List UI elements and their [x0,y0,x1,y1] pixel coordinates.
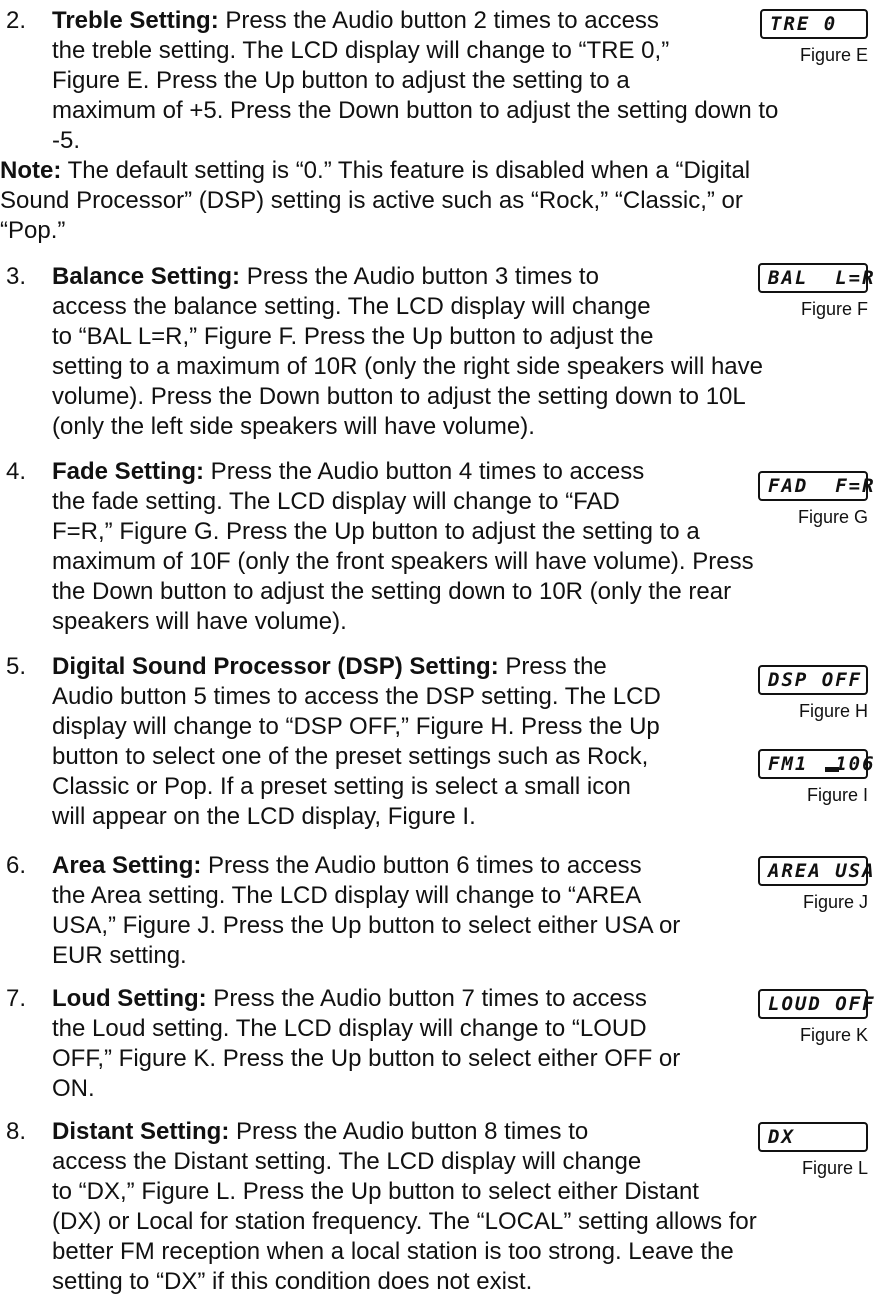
item-text: -5. [52,127,81,154]
item-fade-setting: 4. Fade Setting: Press the Audio button … [0,457,754,637]
figure-g: FAD F=R Figure G [758,470,874,527]
item-text: to “BAL L=R,” Figure F. Press the Up but… [52,323,654,350]
lcd-display: LOUD OFF [758,989,874,1019]
figure-caption: Figure F [800,299,868,319]
item-text: Figure E. Press the Up button to adjust … [52,67,630,94]
item-text: access the balance setting. The LCD disp… [52,293,651,320]
item-text: Press the Audio button 7 times to access [206,985,647,1012]
item-number: 4. [6,458,27,485]
figure-e: TRE 0 Figure E [760,8,868,65]
note-paragraph: Note: The default setting is “0.” This f… [0,156,860,246]
item-text: to “DX,” Figure L. Press the Up button t… [52,1178,699,1205]
lcd-display: DX [758,1122,868,1152]
item-text: (only the left side speakers will have v… [52,413,535,440]
note-label: Note: [0,157,62,184]
lcd-display: FAD F=R [758,471,874,501]
item-balance-setting: 3. Balance Setting: Press the Audio butt… [0,262,763,442]
figure-caption: Figure H [798,701,868,721]
item-number: 3. [6,263,27,290]
preset-icon [825,767,839,772]
lcd-display: TRE 0 [760,9,868,39]
item-text: the Area setting. The LCD display will c… [52,882,642,909]
item-text: maximum of 10F (only the front speakers … [52,548,754,575]
item-text: EUR setting. [52,942,187,969]
item-text: better FM reception when a local station… [52,1238,734,1265]
item-text: Press the Audio button 3 times to [240,263,599,290]
figure-caption: Figure I [806,785,868,805]
item-text: display will change to “DSP OFF,” Figure… [52,713,660,740]
item-text: the Down button to adjust the setting do… [52,578,732,605]
item-text: F=R,” Figure G. Press the Up button to a… [52,518,700,545]
figure-h: DSP OFF Figure H [758,664,868,721]
figure-f: BAL L=R Figure F [758,262,874,319]
figure-caption: Figure J [802,892,868,912]
item-text: setting to a maximum of 10R (only the ri… [52,353,763,380]
lcd-display: FM1 106.7 [758,749,876,779]
item-text: OFF,” Figure K. Press the Up button to s… [52,1045,681,1072]
figure-caption: Figure G [797,507,868,527]
item-number: 5. [6,653,27,680]
note-text: “Pop.” [0,217,66,244]
manual-page: 2. Treble Setting: Press the Audio butto… [0,0,876,1316]
item-text: button to select one of the preset setti… [52,743,649,770]
item-title: Balance Setting: [52,263,241,290]
item-distant-setting: 8. Distant Setting: Press the Audio butt… [0,1117,757,1297]
item-text: Press the Audio button 6 times to access [201,852,642,879]
lcd-display: DSP OFF [758,665,868,695]
item-text: maximum of +5. Press the Down button to … [52,97,779,124]
item-number: 7. [6,985,27,1012]
item-text: Audio button 5 times to access the DSP s… [52,683,661,710]
item-text: (DX) or Local for station frequency. The… [52,1208,757,1235]
figure-caption: Figure E [799,45,868,65]
figure-caption: Figure K [799,1025,868,1045]
lcd-display: AREA USA [758,856,874,886]
lcd-display-with-icon: FM1 106.7 [758,748,876,779]
item-text: setting to “DX” if this condition does n… [52,1268,533,1295]
item-text: ON. [52,1075,95,1102]
item-title: Distant Setting: [52,1118,230,1145]
item-text: USA,” Figure J. Press the Up button to s… [52,912,681,939]
item-title: Area Setting: [52,852,202,879]
figure-caption: Figure L [801,1158,868,1178]
lcd-display: BAL L=R [758,263,874,293]
item-text: Press the Audio button 2 times to access [218,7,659,34]
item-text: Press the Audio button 4 times to access [204,458,645,485]
item-text: the treble setting. The LCD display will… [52,37,670,64]
item-title: Digital Sound Processor (DSP) Setting: [52,653,499,680]
item-text: the Loud setting. The LCD display will c… [52,1015,647,1042]
item-title: Loud Setting: [52,985,207,1012]
item-area-setting: 6. Area Setting: Press the Audio button … [0,851,680,971]
note-text: Sound Processor” (DSP) setting is active… [0,187,743,214]
item-text: Classic or Pop. If a preset setting is s… [52,773,631,800]
item-number: 2. [6,7,27,34]
item-title: Fade Setting: [52,458,205,485]
item-number: 6. [6,852,27,879]
item-dsp-setting: 5. Digital Sound Processor (DSP) Setting… [0,652,661,832]
item-text: Press the [498,653,607,680]
item-text: the fade setting. The LCD display will c… [52,488,620,515]
item-text: volume). Press the Down button to adjust… [52,383,746,410]
figure-j: AREA USA Figure J [758,855,874,912]
figure-i: FM1 106.7 Figure I [758,748,876,805]
item-treble-setting: 2. Treble Setting: Press the Audio butto… [0,6,778,156]
item-text: speakers will have volume). [52,608,347,635]
item-text: access the Distant setting. The LCD disp… [52,1148,642,1175]
note-text: The default setting is “0.” This feature… [61,157,751,184]
item-loud-setting: 7. Loud Setting: Press the Audio button … [0,984,680,1104]
item-text: Press the Audio button 8 times to [229,1118,589,1145]
item-number: 8. [6,1118,27,1145]
item-title: Treble Setting: [52,7,219,34]
item-text: will appear on the LCD display, Figure I… [52,803,476,830]
figure-l: DX Figure L [758,1121,868,1178]
figure-k: LOUD OFF Figure K [758,988,874,1045]
